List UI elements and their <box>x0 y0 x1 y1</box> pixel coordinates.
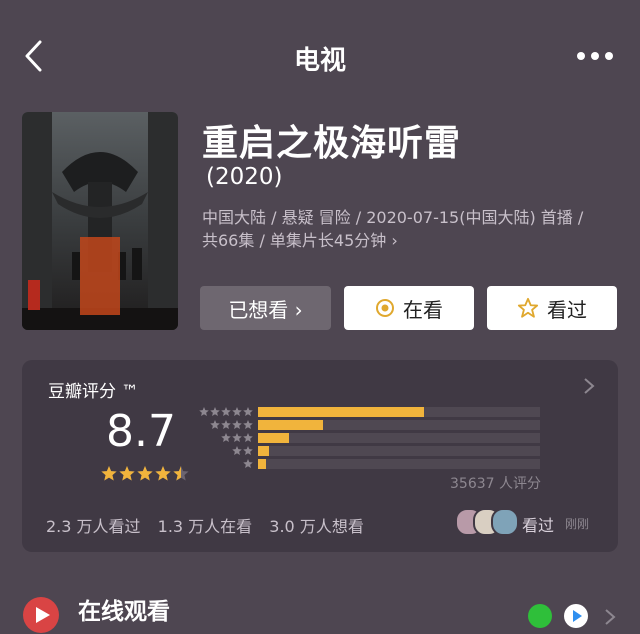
friends-watched-label: 看过 <box>522 516 555 535</box>
stat-watching: 1.3 万人在看 <box>157 517 253 536</box>
rating-stars <box>101 466 189 481</box>
distribution-bar <box>258 446 270 456</box>
distribution-row-4-star <box>194 420 544 430</box>
distribution-bar <box>258 459 267 469</box>
distribution-row-5-star <box>194 407 544 417</box>
poster-artwork <box>22 112 178 330</box>
douban-rating-card[interactable]: 豆瓣评分 ™ 8.7 35637 人评分 2.3 万人看过 1.3 万人在看 3… <box>22 360 618 552</box>
friend-avatars[interactable] <box>455 508 519 536</box>
distribution-row-2-star <box>194 446 544 456</box>
distribution-bar <box>258 407 425 417</box>
distribution-track <box>258 407 540 417</box>
star-filled-icon <box>101 466 117 481</box>
iqiyi-icon[interactable] <box>528 604 552 628</box>
distribution-row-1-star <box>194 459 544 469</box>
watching-label: 在看 <box>403 297 443 322</box>
star-filled-icon <box>137 466 153 481</box>
stat-want: 3.0 万人想看 <box>269 517 364 536</box>
rating-distribution <box>194 407 544 475</box>
rater-count: 35637 人评分 <box>450 476 541 492</box>
want-to-watch-button[interactable]: 已想看 › <box>200 286 331 330</box>
youku-icon[interactable] <box>564 604 588 628</box>
distribution-track <box>258 420 540 430</box>
chevron-right-icon[interactable] <box>604 608 616 626</box>
distribution-track <box>258 433 540 443</box>
stat-watched: 2.3 万人看过 <box>46 517 141 536</box>
distribution-track <box>258 459 540 469</box>
watched-label: 看过 <box>547 297 587 322</box>
distribution-bar <box>258 420 323 430</box>
meta-line-1: 中国大陆 / 悬疑 冒险 / 2020-07-15(中国大陆) 首播 / <box>202 208 584 227</box>
online-watch-title: 在线观看 <box>78 599 170 625</box>
distribution-stars-icon <box>221 433 253 443</box>
distribution-bar <box>258 433 290 443</box>
chevron-right-icon[interactable] <box>582 376 596 396</box>
avatar <box>491 508 519 536</box>
meta-line-2: 共66集 / 单集片长45分钟 › <box>202 231 398 250</box>
watch-stats: 2.3 万人看过 1.3 万人在看 3.0 万人想看 <box>46 513 376 537</box>
distribution-stars-icon <box>199 407 253 417</box>
distribution-stars-icon <box>232 446 253 456</box>
watching-eye-icon <box>375 298 395 318</box>
distribution-stars-icon <box>243 459 253 469</box>
watching-button[interactable]: 在看 <box>344 286 474 330</box>
page-title: 电视 <box>293 46 346 76</box>
star-filled-icon <box>155 466 171 481</box>
movie-year: (2020) <box>206 164 283 190</box>
rating-card-title: 豆瓣评分 ™ <box>48 382 139 402</box>
more-options-icon[interactable] <box>575 50 615 62</box>
just-now-label: 刚刚 <box>565 517 590 531</box>
play-icon <box>23 597 59 633</box>
rating-score: 8.7 <box>106 406 176 457</box>
distribution-track <box>258 446 540 456</box>
watched-button[interactable]: 看过 <box>487 286 617 330</box>
movie-poster[interactable] <box>22 112 178 330</box>
distribution-row-3-star <box>194 433 544 443</box>
want-label: 已想看 › <box>228 297 303 322</box>
distribution-stars-icon <box>210 420 253 430</box>
top-bar: 电视 <box>0 0 640 112</box>
star-outline-icon <box>517 297 539 319</box>
movie-title: 重启之极海听雷 <box>202 123 462 164</box>
movie-meta[interactable]: 中国大陆 / 悬疑 冒险 / 2020-07-15(中国大陆) 首播 / 共66… <box>202 206 622 252</box>
star-filled-icon <box>119 466 135 481</box>
online-watch-section[interactable]: 在线观看 <box>0 580 640 633</box>
